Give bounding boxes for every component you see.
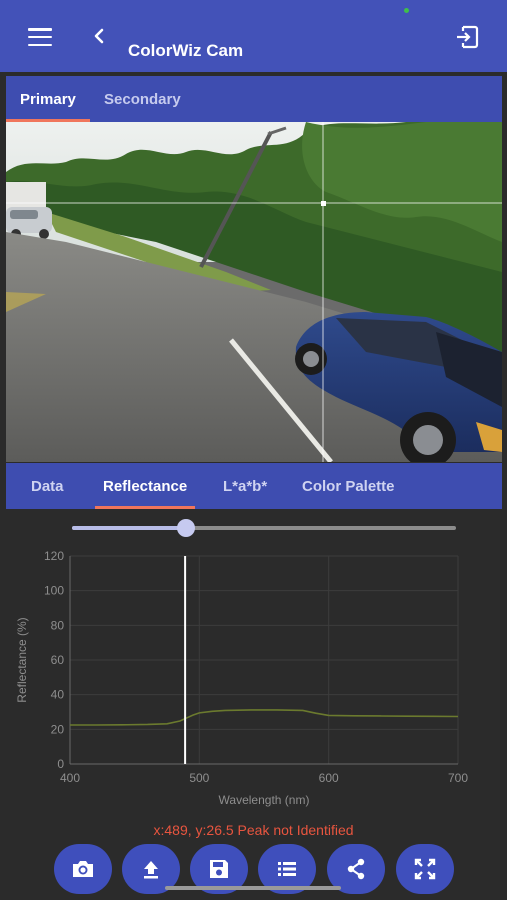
tab-reflectance[interactable]: Reflectance (94, 463, 196, 509)
share-icon (347, 858, 365, 880)
fullscreen-icon (414, 858, 436, 880)
list-icon (278, 862, 296, 876)
hamburger-menu-icon[interactable] (28, 28, 52, 46)
x-tick-label: 500 (189, 771, 209, 785)
tab-primary[interactable]: Primary (6, 76, 90, 122)
reflectance-series-line (70, 709, 459, 726)
y-tick-label: 120 (44, 549, 64, 563)
wavelength-slider[interactable] (72, 518, 456, 538)
x-tick-label: 700 (448, 771, 468, 785)
slider-thumb[interactable] (177, 519, 196, 537)
capture-button[interactable] (54, 844, 112, 894)
x-tick-label: 600 (319, 771, 339, 785)
x-axis-label: Wavelength (nm) (219, 793, 310, 807)
image-tabs: Primary Secondary (6, 76, 502, 122)
x-tick-label: 400 (60, 771, 80, 785)
exit-to-app-icon[interactable] (454, 24, 480, 50)
app-bar: ColorWiz Cam (0, 0, 507, 72)
tab-color-palette[interactable]: Color Palette (302, 463, 395, 509)
image-panel: Primary Secondary (6, 76, 502, 462)
y-tick-label: 100 (44, 584, 64, 598)
tab-lab[interactable]: L*a*b* (223, 463, 267, 509)
y-tick-label: 80 (51, 618, 65, 632)
cursor-readout: x:489, y:26.5 Peak not Identified (153, 822, 354, 838)
camera-icon (73, 861, 93, 877)
app-title: ColorWiz Cam (128, 41, 244, 60)
slider-fill (72, 526, 187, 530)
action-bar (0, 840, 507, 900)
home-indicator (165, 886, 341, 890)
camera-preview[interactable] (6, 122, 502, 462)
analysis-tabs: Data Reflectance L*a*b* Color Palette (6, 463, 502, 509)
y-tick-label: 20 (51, 722, 65, 736)
chevron-left-icon[interactable] (90, 24, 108, 48)
y-axis-label: Reflectance (%) (15, 617, 29, 702)
status-indicator (404, 8, 409, 13)
tab-secondary[interactable]: Secondary (104, 76, 181, 122)
upload-icon (144, 861, 158, 879)
save-icon (210, 860, 228, 878)
y-tick-label: 0 (57, 757, 64, 771)
y-tick-label: 40 (51, 688, 65, 702)
tab-data[interactable]: Data (31, 463, 64, 509)
fullscreen-button[interactable] (396, 844, 454, 894)
y-tick-label: 60 (51, 653, 65, 667)
reflectance-chart: 0 20 40 60 80 100 120 400 500 600 700 Wavelength (n… (0, 540, 507, 815)
